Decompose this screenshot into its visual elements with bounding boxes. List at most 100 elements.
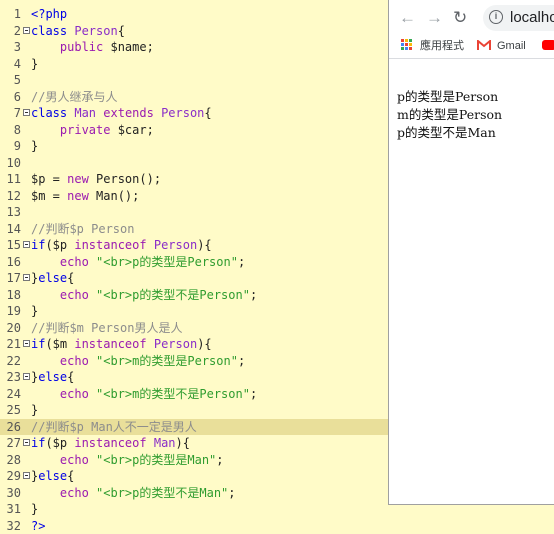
line-number: 26 <box>0 419 21 436</box>
code-token: Person(); <box>96 172 161 186</box>
code-line[interactable]: 22 echo "<br>m的类型是Person"; <box>0 353 390 370</box>
line-number: 4 <box>0 56 21 73</box>
code-line[interactable]: 3 public $name; <box>0 39 390 56</box>
code-token: echo <box>60 453 96 467</box>
code-token: } <box>31 403 38 417</box>
code-token: if <box>31 238 45 252</box>
code-token: { <box>204 106 211 120</box>
code-line[interactable]: 8 private $car; <box>0 122 390 139</box>
line-number: 11 <box>0 171 21 188</box>
code-line[interactable]: 7class Man extends Person{ <box>0 105 390 122</box>
fold-toggle-icon[interactable] <box>23 109 30 116</box>
code-text: if($p instanceof Person){ <box>31 237 212 254</box>
code-line[interactable]: 1<?php <box>0 6 390 23</box>
code-token: instanceof <box>74 337 153 351</box>
code-line[interactable]: 18 echo "<br>p的类型不是Person"; <box>0 287 390 304</box>
code-line[interactable]: 5 <box>0 72 390 89</box>
code-line[interactable]: 28 echo "<br>p的类型是Man"; <box>0 452 390 469</box>
code-line[interactable]: 31} <box>0 501 390 518</box>
code-token: Person <box>154 238 197 252</box>
youtube-icon[interactable] <box>542 40 554 50</box>
line-number: 12 <box>0 188 21 205</box>
code-line[interactable]: 11 $p = new Person(); <box>0 171 390 188</box>
code-text: echo "<br>p的类型不是Person"; <box>31 287 257 304</box>
code-token: Person <box>74 24 117 38</box>
code-line[interactable]: 6//男人继承与人 <box>0 89 390 106</box>
code-line[interactable]: 2class Person{ <box>0 23 390 40</box>
bookmark-gmail[interactable]: Gmail <box>497 38 526 54</box>
code-token <box>31 255 60 269</box>
code-line[interactable]: 15 if($p instanceof Person){ <box>0 237 390 254</box>
code-line[interactable]: 21if($m instanceof Person){ <box>0 336 390 353</box>
code-token: ?> <box>31 519 45 533</box>
code-line[interactable]: 10 <box>0 155 390 172</box>
code-line[interactable]: 13 <box>0 204 390 221</box>
line-number: 10 <box>0 155 21 172</box>
code-text: $p = new Person(); <box>31 171 161 188</box>
code-token: private <box>60 123 118 137</box>
forward-arrow-icon[interactable]: → <box>426 8 443 28</box>
code-token: echo <box>60 354 96 368</box>
code-text: echo "<br>p的类型是Person"; <box>31 254 245 271</box>
back-arrow-icon[interactable]: ← <box>399 8 416 28</box>
fold-toggle-icon[interactable] <box>23 373 30 380</box>
code-text: if($p instanceof Man){ <box>31 435 190 452</box>
line-number: 22 <box>0 353 21 370</box>
code-line[interactable]: 27if($p instanceof Man){ <box>0 435 390 452</box>
fold-toggle-icon[interactable] <box>23 472 30 479</box>
line-number: 23 <box>0 369 21 386</box>
fold-toggle-icon[interactable] <box>23 340 30 347</box>
code-line[interactable]: 23}else{ <box>0 369 390 386</box>
fold-toggle-icon[interactable] <box>23 27 30 34</box>
code-token <box>31 354 60 368</box>
browser-window: ← → ↻ i localho 應用程式 Gmail p的类型是Person m… <box>388 0 554 505</box>
code-line[interactable]: 20//判断$m Person男人是人 <box>0 320 390 337</box>
code-line[interactable]: 19} <box>0 303 390 320</box>
line-number: 15 <box>0 237 21 254</box>
apps-grid-icon <box>401 39 413 51</box>
code-line[interactable]: 24 echo "<br>m的类型不是Person"; <box>0 386 390 403</box>
address-bar[interactable]: i localho <box>483 5 554 31</box>
code-editor[interactable]: 1<?php2class Person{3 public $name;4}56/… <box>0 0 390 532</box>
fold-toggle-icon[interactable] <box>23 241 30 248</box>
code-token: ; <box>250 288 257 302</box>
code-line[interactable]: 25} <box>0 402 390 419</box>
code-line[interactable]: 16 echo "<br>p的类型是Person"; <box>0 254 390 271</box>
code-text: } <box>31 501 38 518</box>
code-token: Person <box>154 337 197 351</box>
code-token: class <box>31 106 74 120</box>
code-token: else <box>38 271 67 285</box>
code-token <box>31 123 60 137</box>
bookmark-apps[interactable]: 應用程式 <box>420 38 464 54</box>
reload-icon[interactable]: ↻ <box>453 8 467 28</box>
code-line[interactable]: 29}else{ <box>0 468 390 485</box>
code-line[interactable]: 4} <box>0 56 390 73</box>
line-number: 18 <box>0 287 21 304</box>
code-token: { <box>67 370 74 384</box>
code-text: <?php <box>31 6 67 23</box>
info-icon[interactable]: i <box>489 10 503 24</box>
fold-toggle-icon[interactable] <box>23 439 30 446</box>
line-number: 21 <box>0 336 21 353</box>
line-number: 3 <box>0 39 21 56</box>
line-number: 20 <box>0 320 21 337</box>
code-line[interactable]: 9} <box>0 138 390 155</box>
code-token: { <box>67 271 74 285</box>
line-number: 5 <box>0 72 21 89</box>
fold-toggle-icon[interactable] <box>23 274 30 281</box>
code-token: ; <box>238 354 245 368</box>
code-token: else <box>38 370 67 384</box>
code-line[interactable]: 14//判断$p Person <box>0 221 390 238</box>
code-token: class <box>31 24 74 38</box>
code-line[interactable]: 30 echo "<br>p的类型不是Man"; <box>0 485 390 502</box>
code-token: echo <box>60 255 96 269</box>
line-number: 6 <box>0 89 21 106</box>
code-line[interactable]: 12$m = new Man(); <box>0 188 390 205</box>
code-line[interactable]: 26//判断$p Man人不一定是男人 <box>0 419 390 436</box>
line-number: 7 <box>0 105 21 122</box>
code-text: } <box>31 402 38 419</box>
code-line[interactable]: 17}else{ <box>0 270 390 287</box>
code-token: "<br>m的类型不是Person" <box>96 387 250 401</box>
line-number: 9 <box>0 138 21 155</box>
code-text: public $name; <box>31 39 154 56</box>
